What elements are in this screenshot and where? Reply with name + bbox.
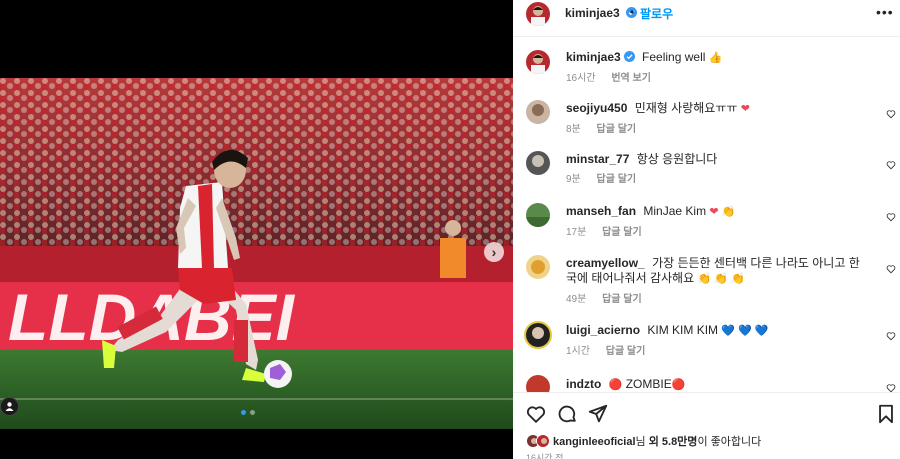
commenter-avatar[interactable]	[526, 100, 550, 124]
comment-username[interactable]: indzto	[566, 377, 601, 391]
verified-icon	[623, 51, 635, 62]
more-options-button[interactable]: •••	[876, 4, 894, 20]
reply-button[interactable]: 답글 달기	[597, 174, 637, 185]
comment-list[interactable]: kiminjae3 Feeling well 👍 16시간 번역 보기 seoj…	[513, 37, 900, 392]
red-circle-emoji: 🔴	[671, 379, 686, 391]
caption-time: 16시간	[566, 73, 596, 84]
heart-icon[interactable]	[525, 403, 547, 425]
caption-username[interactable]: kiminjae3	[566, 50, 635, 64]
comment-username[interactable]: minstar_77	[566, 152, 629, 166]
comment-time: 17분	[566, 227, 587, 238]
thumbs-up-emoji: 👍	[708, 52, 723, 64]
comment-username[interactable]: manseh_fan	[566, 204, 636, 218]
like-comment-icon[interactable]	[886, 160, 896, 170]
commenter-avatar[interactable]	[526, 375, 550, 392]
comment-time: 9분	[566, 174, 581, 185]
next-photo-button[interactable]: ›	[484, 242, 504, 262]
likes-count[interactable]: 외 5.8만명	[649, 436, 698, 448]
comment-text: KIM KIM KIM	[647, 323, 719, 337]
post-photo[interactable]: LLDABEI	[0, 78, 513, 429]
likes-mid: 님	[635, 436, 649, 448]
bookmark-icon[interactable]	[875, 403, 897, 425]
share-icon[interactable]	[587, 403, 609, 425]
post-timestamp: 16시간 전	[526, 453, 564, 459]
post-media: LLDABEI	[0, 0, 513, 459]
user-tag-icon	[5, 402, 14, 411]
likes-text: kanginleeoficial님 외 5.8만명이 좋아합니다	[553, 433, 761, 449]
carousel-dot	[250, 410, 255, 415]
like-comment-icon[interactable]	[886, 331, 896, 341]
more-icon: •••	[876, 4, 894, 20]
heart-emoji: ❤	[740, 103, 750, 115]
commenter-avatar[interactable]	[526, 255, 550, 279]
heart-clap-emoji: ❤ 👏	[709, 206, 736, 218]
action-bar	[513, 392, 900, 432]
blue-heart-emoji: 💙 💙 💙	[721, 325, 769, 337]
author-username-text[interactable]: kiminjae3	[565, 6, 620, 20]
like-comment-icon[interactable]	[886, 264, 896, 274]
like-comment-icon[interactable]	[886, 212, 896, 222]
translate-button[interactable]: 번역 보기	[611, 73, 651, 84]
commenter-avatar[interactable]	[524, 321, 552, 349]
liker-username[interactable]: kanginleeoficial	[553, 436, 636, 448]
reply-button[interactable]: 답글 달기	[602, 294, 642, 305]
comment-username[interactable]: creamyellow_	[566, 256, 645, 270]
red-circle-emoji: 🔴	[608, 379, 623, 391]
comment-time: 8분	[566, 124, 581, 135]
commenter-avatar[interactable]	[526, 203, 550, 227]
clap-emoji: 👏 👏 👏	[697, 273, 745, 285]
caption-avatar[interactable]	[526, 50, 550, 74]
comment-icon[interactable]	[556, 403, 578, 425]
author-avatar[interactable]	[526, 2, 550, 26]
post-panel: kiminjae3 • 팔로우 ••• kiminjae3 Feeling we…	[513, 0, 900, 459]
comment-username[interactable]: seojiyu450	[566, 101, 627, 115]
reply-button[interactable]: 답글 달기	[597, 124, 637, 135]
carousel-indicator	[241, 410, 255, 415]
comment-text: 항상 응원합니다	[636, 152, 718, 166]
caption-username-text[interactable]: kiminjae3	[566, 50, 621, 64]
comment-time: 1시간	[566, 346, 590, 357]
follow-button[interactable]: 팔로우	[640, 5, 673, 22]
carousel-dot-active	[241, 410, 246, 415]
likes-tail: 이 좋아합니다	[697, 436, 762, 448]
liker-avatar	[536, 434, 550, 448]
header-separator: •	[630, 5, 635, 19]
commenter-avatar[interactable]	[526, 151, 550, 175]
reply-button[interactable]: 답글 달기	[606, 346, 646, 357]
comment-text: MinJae Kim	[643, 204, 707, 218]
caption-text: Feeling well	[642, 50, 706, 64]
reply-button[interactable]: 답글 달기	[602, 227, 642, 238]
chevron-right-icon: ›	[491, 244, 497, 260]
comment-username[interactable]: luigi_acierno	[566, 323, 640, 337]
likes-summary[interactable]: kanginleeoficial님 외 5.8만명이 좋아합니다	[526, 433, 761, 449]
like-comment-icon[interactable]	[886, 109, 896, 119]
post-header: kiminjae3 • 팔로우 •••	[513, 0, 900, 37]
author-username[interactable]: kiminjae3	[565, 6, 638, 20]
like-comment-icon[interactable]	[886, 383, 896, 392]
comment-text: 민재형 사랑해요ㅠㅠ	[634, 101, 738, 115]
comment-time: 49분	[566, 294, 587, 305]
tagged-users-button[interactable]	[0, 397, 19, 416]
comment-text: ZOMBIE	[625, 377, 672, 391]
